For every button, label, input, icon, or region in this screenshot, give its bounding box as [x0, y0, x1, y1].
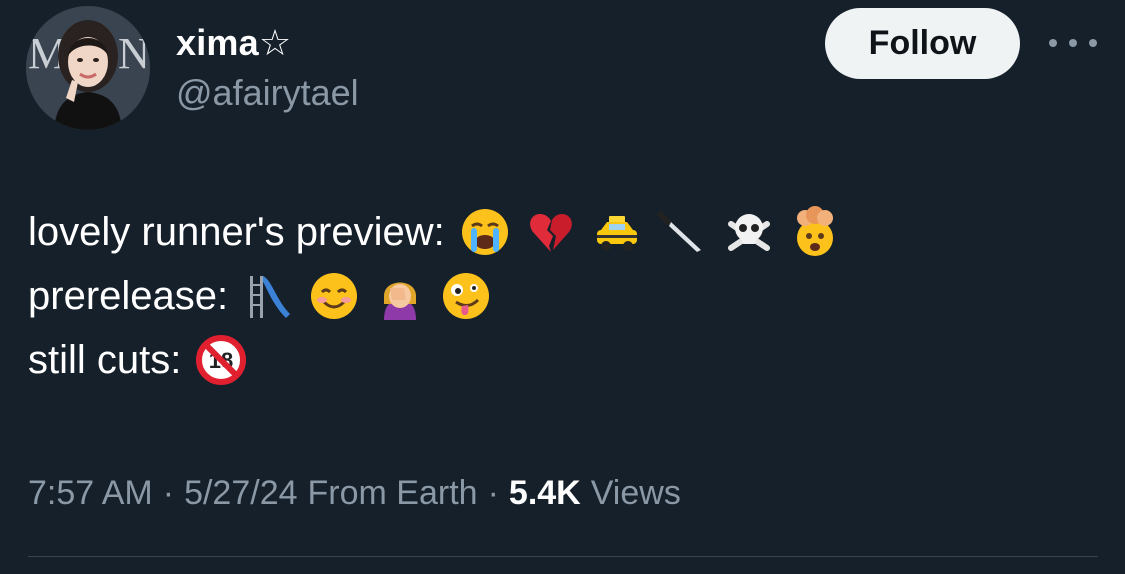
more-dot — [1049, 39, 1057, 47]
zany-face-icon — [440, 270, 492, 322]
tweet-date[interactable]: 5/27/24 — [184, 474, 297, 513]
playground-slide-icon — [242, 270, 294, 322]
loudly-crying-face-icon — [459, 206, 511, 258]
tweet-line-still-cuts: still cuts: 18 — [28, 328, 1088, 392]
more-options-icon[interactable] — [1045, 26, 1101, 60]
tweet-meta: 7:57 AM · 5/27/24 From Earth · 5.4K View… — [28, 474, 681, 513]
tweet-line-text: still cuts: — [28, 338, 182, 382]
tweet-time[interactable]: 7:57 AM — [28, 474, 153, 513]
kitchen-knife-icon — [656, 206, 709, 258]
more-dot — [1089, 39, 1097, 47]
tweet-line-preview: lovely runner's preview: — [28, 200, 1088, 264]
divider — [28, 556, 1098, 557]
avatar[interactable]: M N — [26, 6, 150, 130]
tweet-source: From Earth — [307, 474, 478, 512]
views-count: 5.4K — [508, 474, 581, 512]
broken-heart-icon — [525, 206, 577, 258]
exploding-head-icon — [789, 206, 841, 258]
woman-facepalming-icon — [374, 270, 426, 322]
follow-button[interactable]: Follow — [825, 8, 1020, 79]
smiling-face-icon — [308, 270, 360, 322]
tweet-line-text: prerelease: — [28, 274, 229, 318]
tweet-card: M N xima☆ @afairytael Follow lovely runn… — [0, 0, 1125, 574]
more-dot — [1069, 39, 1077, 47]
tweet-text: lovely runner's preview: prerelease: sti… — [28, 200, 1088, 392]
tweet-line-text: lovely runner's preview: — [28, 210, 445, 254]
tweet-line-prerelease: prerelease: — [28, 264, 1088, 328]
display-name[interactable]: xima☆ — [176, 22, 291, 64]
views-label: Views — [590, 474, 681, 512]
skull-and-crossbones-icon — [723, 206, 775, 258]
meta-separator: · — [487, 474, 499, 512]
svg-text:N: N — [118, 29, 150, 78]
taxi-icon — [591, 206, 643, 258]
no-one-under-eighteen-icon: 18 — [195, 334, 247, 386]
meta-separator: · — [162, 474, 175, 512]
user-handle[interactable]: @afairytael — [176, 72, 359, 114]
